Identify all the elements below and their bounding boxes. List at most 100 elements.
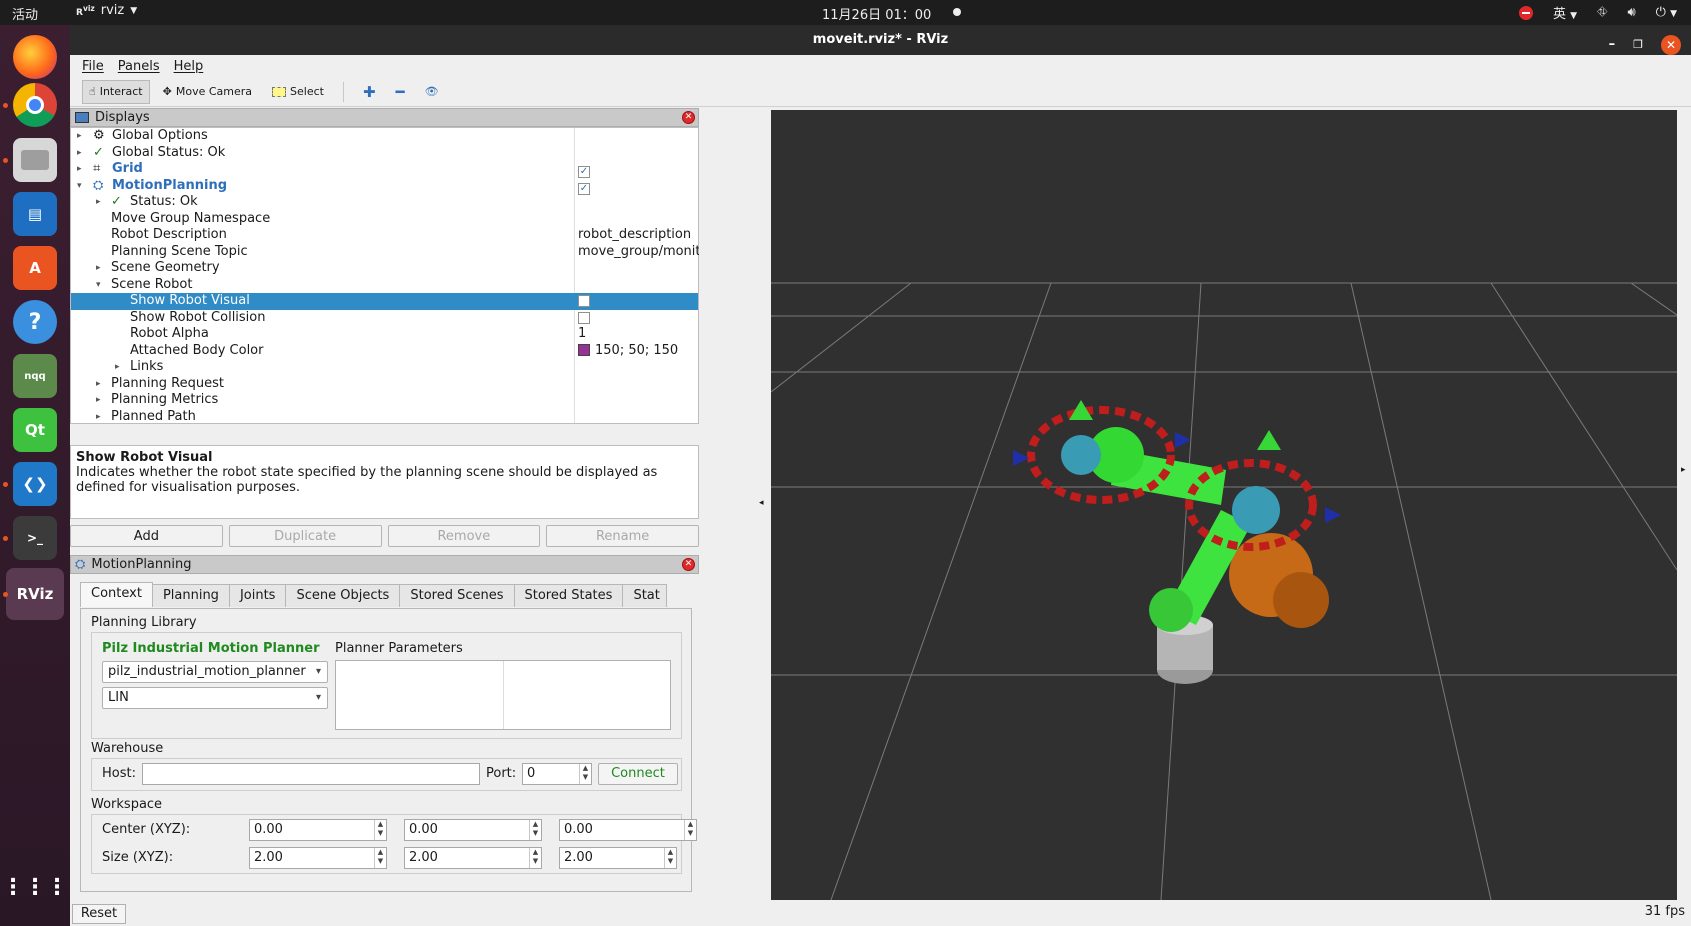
close-panel-icon[interactable]: ✕: [682, 558, 695, 571]
scene-render[interactable]: [771, 110, 1677, 900]
move-camera-tool-button[interactable]: ✥ Move Camera: [156, 80, 259, 104]
duplicate-button[interactable]: Duplicate: [228, 525, 382, 547]
planner-combo[interactable]: pilz_industrial_motion_planner: [102, 661, 328, 683]
tree-row-value[interactable]: 1: [578, 326, 586, 342]
grid-enabled-checkbox[interactable]: ✓: [578, 161, 590, 178]
planner-parameters-table[interactable]: [335, 660, 671, 730]
color-value[interactable]: 150; 50; 150: [578, 343, 678, 359]
tree-row-status[interactable]: ▸ ✓ Status: Ok: [71, 194, 698, 211]
reset-button[interactable]: Reset: [72, 904, 126, 924]
remove-button[interactable]: Remove: [387, 525, 541, 547]
show-robot-visual-checkbox[interactable]: [578, 293, 590, 310]
activities-button[interactable]: 活动: [12, 4, 38, 23]
tree-row-attached-body-color[interactable]: Attached Body Color 150; 50; 150: [71, 343, 698, 360]
tree-row-motion-planning[interactable]: ▾ ⛭ MotionPlanning ✓: [71, 178, 698, 195]
chrome-icon[interactable]: [13, 83, 57, 127]
robot-arm[interactable]: [1013, 400, 1341, 684]
expand-arrow-icon[interactable]: ▸: [96, 392, 101, 408]
add-tool-button[interactable]: ✚: [356, 80, 383, 104]
firefox-icon[interactable]: [13, 35, 57, 79]
motion-planning-enabled-checkbox[interactable]: ✓: [578, 178, 590, 195]
tree-row-robot-description[interactable]: Robot Description robot_description: [71, 227, 698, 244]
host-input[interactable]: [142, 763, 480, 785]
clock[interactable]: 11月26日 01：00: [822, 4, 931, 23]
expand-arrow-icon[interactable]: ▸: [96, 194, 101, 210]
tree-row-planning-scene-topic[interactable]: Planning Scene Topic move_group/monitor..…: [71, 244, 725, 261]
panel-splitter[interactable]: ◂: [699, 108, 770, 900]
tab-stored-states[interactable]: Stored States: [513, 584, 624, 607]
nqq-icon[interactable]: nqq: [13, 354, 57, 398]
tree-row-planned-path[interactable]: ▸ Planned Path: [71, 409, 698, 426]
menu-help[interactable]: Help: [174, 59, 204, 74]
expand-arrow-icon[interactable]: ▸: [96, 376, 101, 392]
expand-arrow-icon[interactable]: ▸: [77, 161, 82, 177]
tree-row-show-robot-collision[interactable]: Show Robot Collision: [71, 310, 698, 327]
planner-type-combo[interactable]: LIN: [102, 687, 328, 709]
spin-arrows-icon[interactable]: ▲ ▼: [684, 820, 696, 840]
close-icon[interactable]: ✕: [1661, 35, 1681, 55]
power-icon[interactable]: ⏻ ▼: [1656, 5, 1677, 20]
show-apps-icon[interactable]: ⋮⋮⋮: [2, 865, 68, 909]
tree-row-global-status[interactable]: ▸ ✓ Global Status: Ok: [71, 145, 698, 162]
connect-button[interactable]: Connect: [598, 763, 678, 785]
writer-icon[interactable]: ▤: [13, 192, 57, 236]
software-center-icon[interactable]: A: [13, 246, 57, 290]
tree-row-scene-geometry[interactable]: ▸ Scene Geometry: [71, 260, 698, 277]
tree-row-value[interactable]: robot_description: [578, 227, 691, 243]
spin-arrows-icon[interactable]: ▲ ▼: [374, 820, 386, 840]
collapse-arrow-icon[interactable]: ▾: [96, 277, 101, 293]
volume-icon[interactable]: 🔊︎: [1627, 5, 1635, 20]
center-x-spinbox[interactable]: 0.00 ▲ ▼: [249, 819, 387, 841]
collapse-left-icon[interactable]: ◂: [759, 498, 764, 508]
center-y-spinbox[interactable]: 0.00 ▲ ▼: [404, 819, 542, 841]
do-not-disturb-icon[interactable]: [1518, 5, 1533, 20]
tab-joints[interactable]: Joints: [228, 584, 287, 607]
select-tool-button[interactable]: Select: [265, 80, 331, 104]
expand-arrow-icon[interactable]: ▸: [96, 409, 101, 425]
remove-tool-button[interactable]: ━: [389, 80, 412, 104]
viewport-right-splitter[interactable]: ▸: [1678, 110, 1691, 900]
add-button[interactable]: Add: [70, 525, 223, 547]
tab-status[interactable]: Stat: [622, 584, 668, 607]
tab-context[interactable]: Context: [80, 582, 153, 607]
tree-row-show-robot-visual[interactable]: Show Robot Visual: [71, 293, 698, 310]
interact-tool-button[interactable]: ☝ Interact: [82, 79, 150, 104]
terminal-icon[interactable]: >_: [13, 516, 57, 560]
rviz-icon[interactable]: RViz: [6, 568, 64, 620]
size-z-spinbox[interactable]: 2.00 ▲ ▼: [559, 847, 677, 869]
expand-arrow-icon[interactable]: ▸: [77, 145, 82, 161]
expand-arrow-icon[interactable]: ▸: [96, 260, 101, 276]
collapse-arrow-icon[interactable]: ▾: [77, 178, 82, 194]
expand-arrow-icon[interactable]: ▸: [115, 359, 120, 375]
menu-panels[interactable]: Panels: [118, 59, 160, 74]
tree-row-planning-request[interactable]: ▸ Planning Request: [71, 376, 698, 393]
input-method-indicator[interactable]: 英 ▼: [1553, 3, 1577, 22]
tree-row-global-options[interactable]: ▸ ⚙ Global Options: [71, 128, 698, 145]
close-panel-icon[interactable]: ✕: [682, 111, 695, 124]
tab-scene-objects[interactable]: Scene Objects: [285, 584, 401, 607]
spin-arrows-icon[interactable]: ▲ ▼: [579, 764, 591, 784]
menu-file[interactable]: File: [82, 59, 104, 74]
rename-button[interactable]: Rename: [546, 525, 699, 547]
expand-arrow-icon[interactable]: ▸: [77, 128, 82, 144]
tree-row-grid[interactable]: ▸ ⌗ Grid ✓: [71, 161, 698, 178]
tree-row-robot-alpha[interactable]: Robot Alpha 1: [71, 326, 698, 343]
spin-arrows-icon[interactable]: ▲ ▼: [374, 848, 386, 868]
port-spinbox[interactable]: 0 ▲ ▼: [522, 763, 592, 785]
size-y-spinbox[interactable]: 2.00 ▲ ▼: [404, 847, 542, 869]
spin-arrows-icon[interactable]: ▲ ▼: [529, 848, 541, 868]
qt-creator-icon[interactable]: Qt: [13, 408, 57, 452]
tree-row-scene-robot[interactable]: ▾ Scene Robot: [71, 277, 698, 294]
tool-properties-button[interactable]: 👁︎: [418, 80, 446, 104]
expand-right-icon[interactable]: ▸: [1681, 465, 1686, 475]
spin-arrows-icon[interactable]: ▲ ▼: [529, 820, 541, 840]
size-x-spinbox[interactable]: 2.00 ▲ ▼: [249, 847, 387, 869]
tree-row-planning-metrics[interactable]: ▸ Planning Metrics: [71, 392, 698, 409]
tab-stored-scenes[interactable]: Stored Scenes: [399, 584, 515, 607]
tree-row-links[interactable]: ▸ Links: [71, 359, 698, 376]
show-robot-collision-checkbox[interactable]: [578, 310, 590, 327]
files-icon[interactable]: [13, 138, 57, 182]
vscode-icon[interactable]: ❮❯: [13, 462, 57, 506]
tree-row-move-group-namespace[interactable]: Move Group Namespace: [71, 211, 698, 228]
3d-viewport[interactable]: [771, 110, 1677, 900]
